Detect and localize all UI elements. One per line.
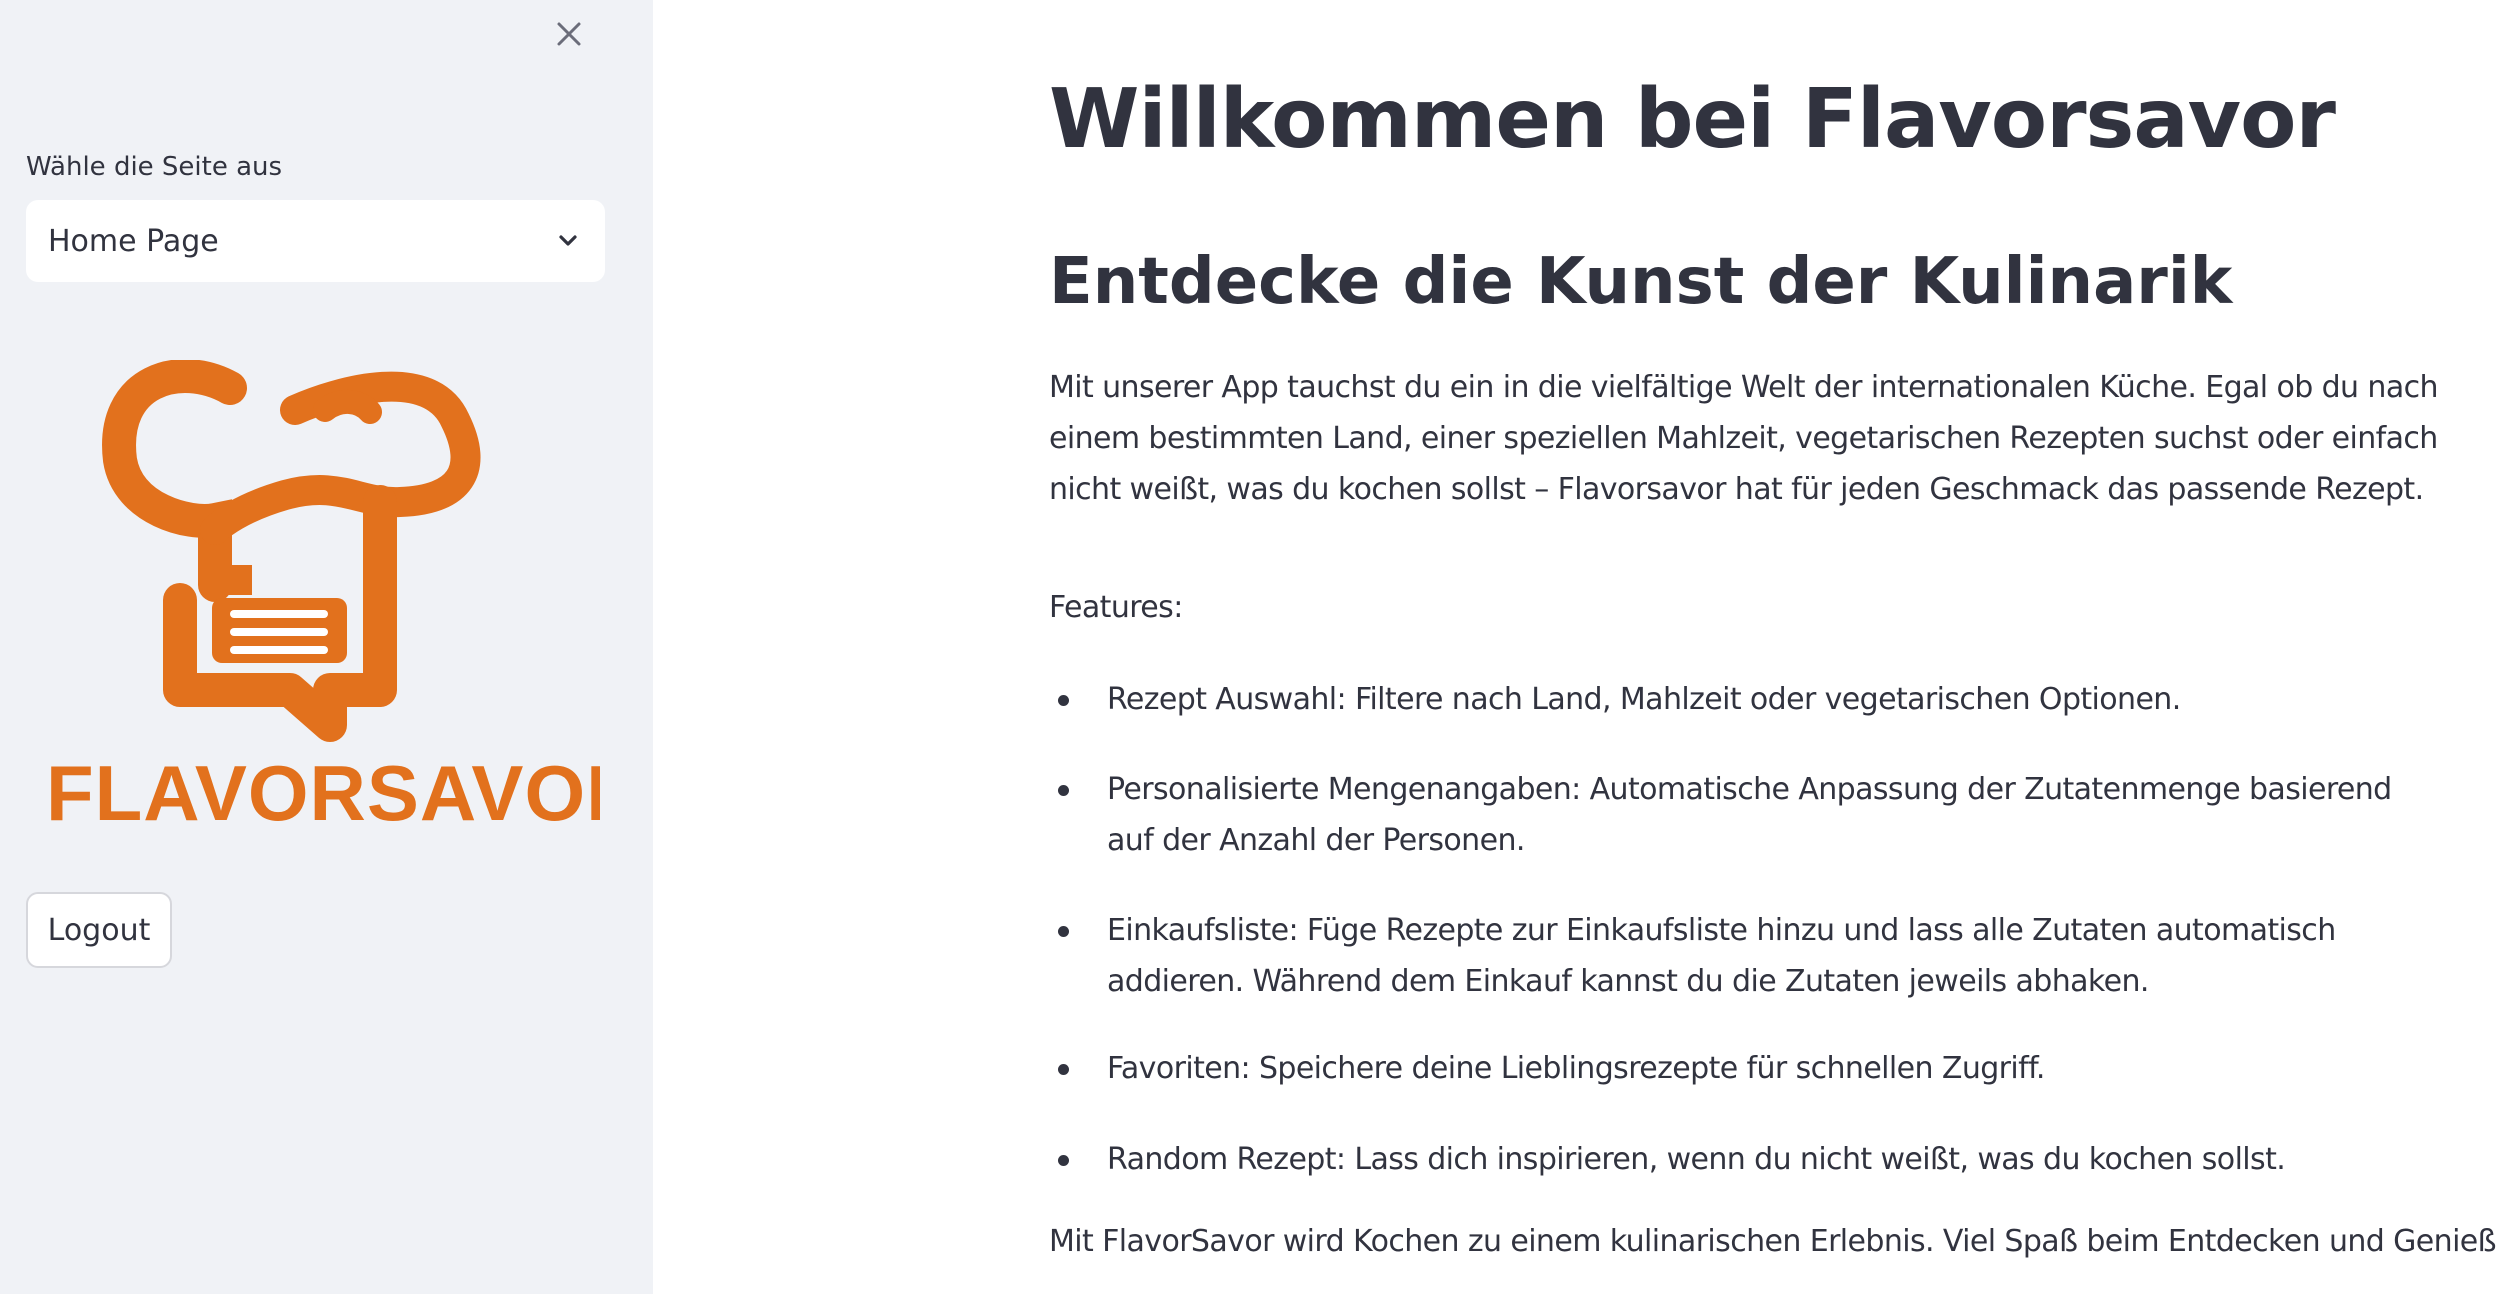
sidebar: Wähle die Seite aus Home Page FLAVORSAVO… xyxy=(0,0,653,1294)
features-label: Features: xyxy=(1049,590,1183,625)
feature-text: Rezept Auswahl: Filtere nach Land, Mahlz… xyxy=(1107,682,2181,717)
chef-hat-icon: FLAVORSAVOR xyxy=(46,359,642,837)
logout-button[interactable]: Logout xyxy=(26,892,172,968)
flavorsavor-logo: FLAVORSAVOR xyxy=(40,359,642,850)
page-subtitle: Entdecke die Kunst der Kulinarik xyxy=(1049,245,2233,319)
chevron-down-icon xyxy=(553,226,583,256)
bullet-icon xyxy=(1058,695,1069,706)
close-icon xyxy=(557,22,581,46)
feature-text: Favoriten: Speichere deine Lieblingsreze… xyxy=(1107,1051,2045,1086)
feature-text: Random Rezept: Lass dich inspirieren, we… xyxy=(1107,1142,2286,1177)
page-title: Willkommen bei Flavorsavor xyxy=(1049,72,2336,167)
intro-paragraph: Mit unserer App tauchst du ein in die vi… xyxy=(1049,370,2439,507)
page-select-value: Home Page xyxy=(48,223,219,259)
logo-wordmark: FLAVORSAVOR xyxy=(46,749,600,837)
bullet-icon xyxy=(1058,1064,1069,1075)
page-select[interactable]: Home Page xyxy=(26,200,605,282)
close-sidebar-button[interactable] xyxy=(549,14,589,54)
bullet-icon xyxy=(1058,785,1069,796)
bullet-icon xyxy=(1058,926,1069,937)
bullet-icon xyxy=(1058,1155,1069,1166)
outro-paragraph: Mit FlavorSavor wird Kochen zu einem kul… xyxy=(1049,1224,2496,1259)
feature-text: Personalisierte Mengenangaben: Automatis… xyxy=(1107,772,2392,858)
app-root: Wähle die Seite aus Home Page FLAVORSAVO… xyxy=(0,0,2496,1294)
feature-text: Einkaufsliste: Füge Rezepte zur Einkaufs… xyxy=(1107,913,2336,999)
page-select-label: Wähle die Seite aus xyxy=(26,152,283,182)
